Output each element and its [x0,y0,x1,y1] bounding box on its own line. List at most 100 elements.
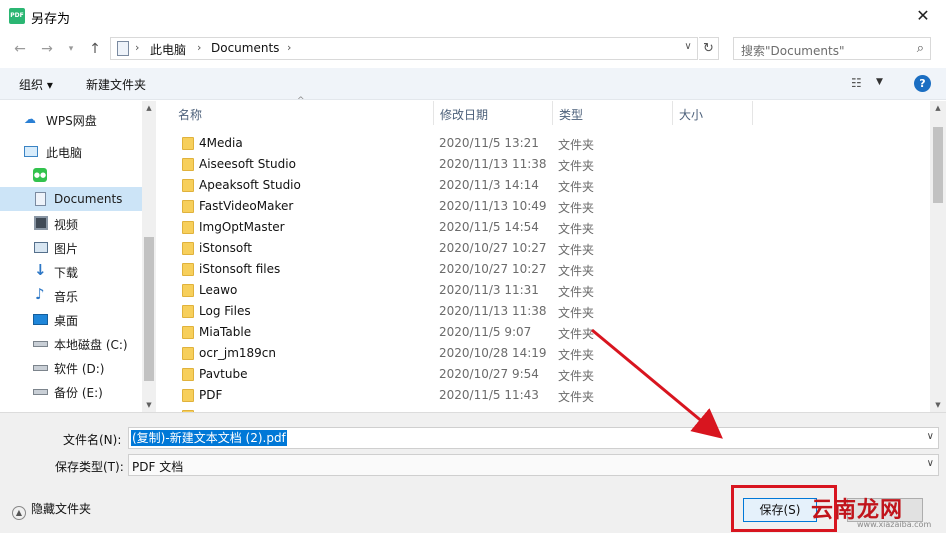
file-type: 文件夹 [558,222,595,236]
chevron-down-icon[interactable]: ∨ [927,458,934,469]
table-row[interactable]: Apeaksoft Studio 2020/11/3 14:14 文件夹 [160,175,930,196]
sidebar-item-documents[interactable]: Documents [0,187,142,211]
column-header-date[interactable]: 修改日期 [434,101,553,125]
hide-folders-button[interactable]: ▲ 隐藏文件夹 [12,500,91,520]
scroll-up-icon[interactable]: ▲ [930,104,946,112]
wechat-icon: ●● [33,168,47,182]
sidebar-item-videos[interactable]: 视频 [0,211,142,235]
table-row[interactable]: PDF 2020/11/5 11:43 文件夹 [160,385,930,406]
help-icon[interactable]: ? [914,75,931,92]
sidebar-item-label: 软件 (D:) [54,362,105,376]
sidebar-item-downloads[interactable]: ↓ 下载 [0,259,142,283]
folder-icon [182,389,194,402]
sidebar-item-label: 桌面 [54,314,79,328]
table-row[interactable]: FastVideoMaker 2020/11/13 10:49 文件夹 [160,196,930,217]
file-type: 文件夹 [558,285,595,299]
file-list-scroll-thumb[interactable] [933,127,943,203]
folder-icon [182,179,194,192]
sidebar-item-pictures[interactable]: 图片 [0,235,142,259]
file-type: 文件夹 [558,306,595,320]
file-name: Log Files [199,304,251,318]
scroll-up-icon[interactable]: ▲ [142,104,156,112]
file-date: 2020/11/13 10:49 [439,199,547,213]
breadcrumb-documents[interactable]: Documents [211,41,279,55]
sidebar-item-drive-d[interactable]: 软件 (D:) [0,355,142,379]
close-button[interactable]: ✕ [910,4,936,28]
folder-icon [182,221,194,234]
file-name: ImgOptMaster [199,220,285,234]
file-date: 2020/11/3 14:14 [439,178,539,192]
file-type: 文件夹 [558,390,595,404]
sidebar-scroll-thumb[interactable] [144,237,154,381]
refresh-button[interactable]: ↻ [699,37,719,60]
sidebar-item-this-pc[interactable]: 此电脑 [0,139,142,163]
sidebar-item-desktop[interactable]: 桌面 [0,307,142,331]
search-placeholder: 搜索"Documents" [741,44,845,58]
table-row[interactable]: MiaTable 2020/11/5 9:07 文件夹 [160,322,930,343]
filename-field[interactable]: (复制)-新建文本文档 (2).pdf ∨ [128,427,939,449]
sidebar-item-drive-e[interactable]: 备份 (E:) [0,379,142,403]
view-dropdown-icon[interactable]: ▼ [876,77,883,87]
new-folder-button[interactable]: 新建文件夹 [86,76,146,93]
file-name: MiaTable [199,325,252,339]
recent-locations-chevron-icon[interactable]: ▾ [62,40,80,58]
document-icon [35,192,46,206]
breadcrumb-chevron-icon[interactable]: › [135,41,139,54]
sidebar-item-music[interactable]: ♪ 音乐 [0,283,142,307]
file-name: ocr_jm189cn [199,346,277,360]
scroll-down-icon[interactable]: ▼ [930,401,946,409]
file-type: 文件夹 [558,369,595,383]
file-name: Pavtube [199,367,248,381]
file-list: 名称 ^ 修改日期 类型 大小 4Media 2020/11/5 13:21 文… [160,96,930,412]
search-input[interactable]: 搜索"Documents" ⌕ [733,37,931,60]
table-row[interactable]: ImgOptMaster 2020/11/5 14:54 文件夹 [160,217,930,238]
file-date: 2020/11/3 11:31 [439,283,539,297]
table-row[interactable]: 4Media 2020/11/5 13:21 文件夹 [160,133,930,154]
up-arrow-icon[interactable]: ↑ [86,40,104,58]
file-type: 文件夹 [558,264,595,278]
breadcrumb-chevron-icon[interactable]: › [287,41,291,54]
column-header-size[interactable]: 大小 [673,101,753,125]
file-name: FastVideoMaker [199,199,294,213]
column-header-name[interactable]: 名称 ^ [160,96,434,125]
file-name: Leawo [199,283,238,297]
file-list-scrollbar[interactable]: ▲ ▼ [930,101,946,412]
sort-ascending-icon: ^ [297,96,305,106]
table-row[interactable]: ocr_jm189cn 2020/10/28 14:19 文件夹 [160,343,930,364]
window-title: 另存为 [31,12,71,27]
sidebar-item-drive-c[interactable]: 本地磁盘 (C:) [0,331,142,355]
table-row[interactable]: Aiseesoft Studio 2020/11/13 11:38 文件夹 [160,154,930,175]
table-row[interactable]: Leawo 2020/11/3 11:31 文件夹 [160,280,930,301]
table-row[interactable]: Log Files 2020/11/13 11:38 文件夹 [160,301,930,322]
folder-icon [182,284,194,297]
organize-menu[interactable]: 组织 ▾ [19,76,53,93]
sidebar-scrollbar[interactable]: ▲ ▼ [142,101,156,412]
chevron-down-icon[interactable]: ∨ [927,431,934,442]
address-box[interactable]: › 此电脑 › Documents › ∨ [110,37,698,60]
command-bar: 组织 ▾ 新建文件夹 ☷ ▼ ? [0,68,946,100]
table-row[interactable]: iStonsoft files 2020/10/27 10:27 文件夹 [160,259,930,280]
column-label: 大小 [679,108,704,122]
folder-icon [182,242,194,255]
address-dropdown-icon[interactable]: ∨ [681,41,695,52]
filename-value[interactable]: (复制)-新建文本文档 (2).pdf [131,430,287,446]
file-date: 2020/10/27 10:27 [439,241,547,255]
file-date: 2020/11/13 11:38 [439,304,547,318]
filetype-value: PDF 文档 [132,460,184,474]
view-options-icon[interactable]: ☷ [851,76,867,90]
back-arrow-icon[interactable]: ← [11,40,29,58]
breadcrumb-this-pc[interactable]: 此电脑 [150,41,186,58]
breadcrumb-chevron-icon[interactable]: › [197,41,201,54]
filetype-select[interactable]: PDF 文档 ∨ [128,454,939,476]
forward-arrow-icon[interactable]: → [38,40,56,58]
filetype-label: 保存类型(T): [55,460,124,474]
table-row[interactable]: iStonsoft 2020/10/27 10:27 文件夹 [160,238,930,259]
column-header-type[interactable]: 类型 [553,101,673,125]
file-name: Aiseesoft Studio [199,157,296,171]
scroll-down-icon[interactable]: ▼ [142,401,156,409]
sidebar-item-wps-cloud[interactable]: ☁ WPS网盘 [0,107,142,131]
folder-icon [182,158,194,171]
collapse-up-icon: ▲ [12,506,26,520]
sidebar-item-wechat[interactable]: ●● [0,163,142,187]
table-row[interactable]: Pavtube 2020/10/27 9:54 文件夹 [160,364,930,385]
